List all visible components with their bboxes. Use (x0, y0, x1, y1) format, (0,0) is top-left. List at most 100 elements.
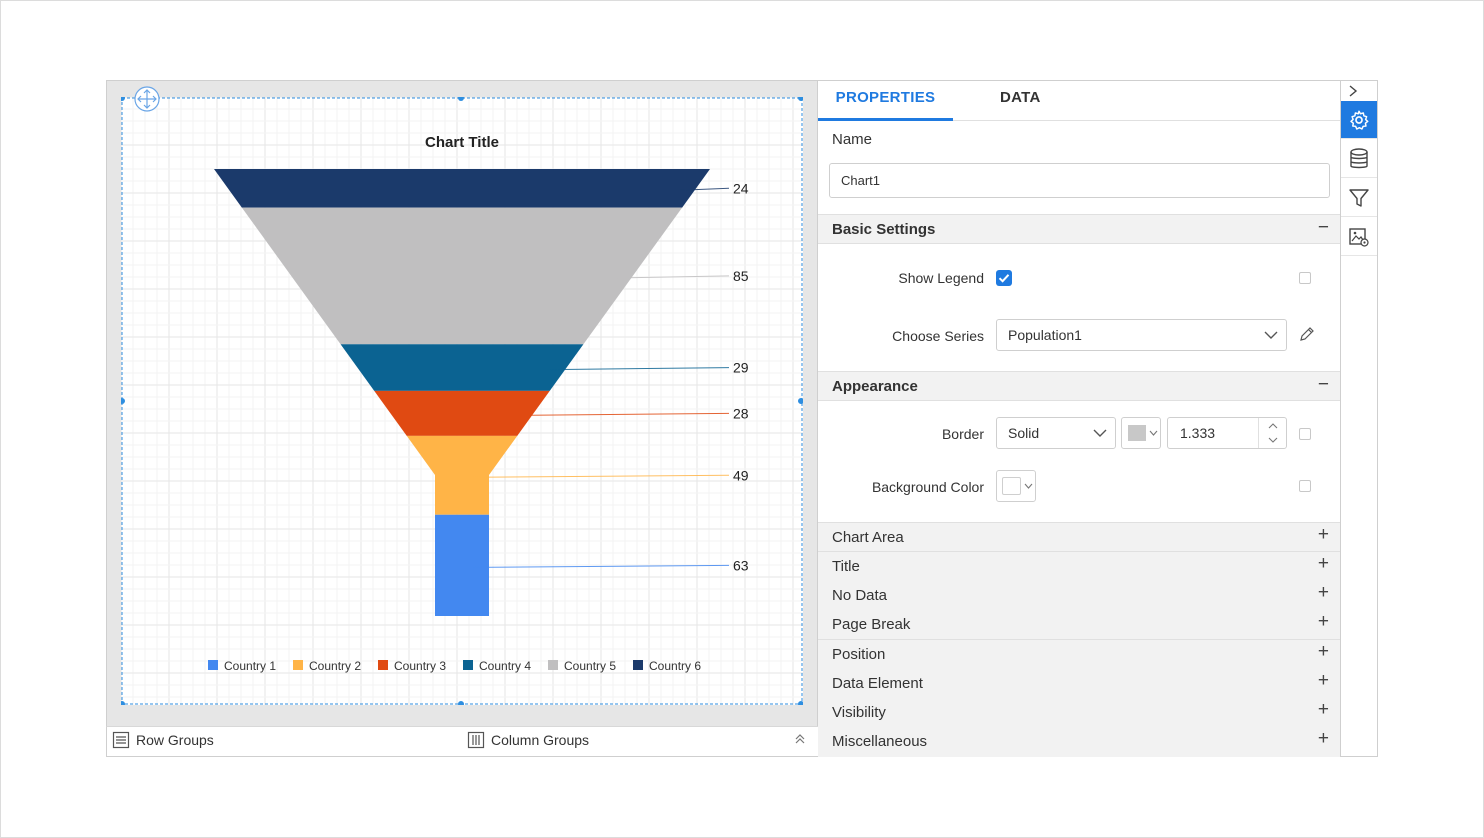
name-input[interactable] (829, 163, 1330, 198)
tab-properties[interactable]: PROPERTIES (818, 81, 953, 121)
expand-plus-icon[interactable]: + (1318, 611, 1329, 633)
expand-plus-icon[interactable]: + (1318, 670, 1329, 692)
expand-plus-icon[interactable]: + (1318, 699, 1329, 721)
chevron-double-up-icon[interactable] (794, 733, 806, 745)
column-groups-button[interactable]: Column Groups (467, 731, 589, 749)
rail-properties-button[interactable] (1341, 101, 1377, 139)
resize-handle (121, 398, 125, 404)
section-basic-settings[interactable]: Basic Settings − (818, 214, 1341, 244)
resize-handle (121, 97, 125, 101)
chevron-down-icon (1024, 483, 1033, 489)
section-no-data[interactable]: No Data + (818, 581, 1341, 611)
border-style-value: Solid (1008, 425, 1040, 441)
section-title: Data Element (832, 675, 923, 692)
expand-plus-icon[interactable]: + (1318, 728, 1329, 750)
border-width-spinner[interactable] (1258, 418, 1286, 448)
properties-panel: PROPERTIES DATA Name Basic Settings − Sh… (818, 80, 1341, 757)
legend-swatch (378, 660, 388, 670)
funnel-segment (435, 514, 489, 616)
section-miscellaneous[interactable]: Miscellaneous + (818, 727, 1341, 757)
filter-icon (1349, 188, 1369, 207)
section-data-element[interactable]: Data Element + (818, 669, 1341, 699)
column-groups-icon (467, 731, 485, 749)
chevron-down-icon (1149, 430, 1158, 436)
show-legend-checkbox[interactable] (996, 270, 1012, 286)
row-groups-button[interactable]: Row Groups (112, 731, 214, 749)
section-appearance[interactable]: Appearance − (818, 371, 1341, 401)
funnel-segment (374, 390, 550, 436)
expand-plus-icon[interactable]: + (1318, 582, 1329, 604)
row-groups-label: Row Groups (136, 732, 214, 748)
spin-down-icon[interactable] (1268, 437, 1278, 444)
background-color-label: Background Color (871, 479, 984, 495)
data-label: 28 (733, 405, 749, 421)
data-label: 49 (733, 467, 749, 483)
panel-icon-rail (1340, 80, 1378, 757)
column-groups-label: Column Groups (491, 732, 590, 748)
section-page-break[interactable]: Page Break + (818, 610, 1341, 640)
expand-plus-icon[interactable]: + (1318, 553, 1329, 575)
resize-handle (798, 97, 803, 101)
rail-image-button[interactable] (1341, 218, 1377, 256)
funnel-segment (340, 344, 584, 391)
section-chart-area[interactable]: Chart Area + (818, 522, 1341, 552)
show-legend-label: Show Legend (898, 270, 984, 286)
pencil-edit-icon[interactable] (1299, 326, 1315, 342)
resize-handle (121, 701, 125, 705)
section-title: Miscellaneous (832, 733, 928, 750)
funnel-segment (241, 207, 683, 345)
resize-handle (798, 398, 803, 404)
rail-filter-button[interactable] (1341, 179, 1377, 217)
chevron-right-icon[interactable] (1348, 85, 1358, 97)
check-icon (998, 274, 1010, 283)
expand-plus-icon[interactable]: + (1318, 641, 1329, 663)
spin-up-icon[interactable] (1268, 422, 1278, 429)
legend-label: Country 1 (224, 659, 276, 673)
section-title: Position (832, 646, 886, 663)
legend-label: Country 3 (394, 659, 446, 673)
background-expression-checkbox[interactable] (1299, 480, 1311, 492)
funnel-chart[interactable]: Chart Title 24 85 29 28 49 63 Country 1 Country … (121, 97, 803, 705)
border-style-dropdown[interactable]: Solid (996, 417, 1116, 449)
data-label: 29 (733, 360, 749, 376)
data-label: 24 (733, 180, 749, 196)
background-color-picker[interactable] (996, 470, 1036, 502)
legend-label: Country 5 (564, 659, 616, 673)
border-color-picker[interactable] (1121, 417, 1161, 449)
border-expression-checkbox[interactable] (1299, 428, 1311, 440)
section-title: Visibility (832, 704, 886, 721)
chart-canvas[interactable]: Chart Title 24 85 29 28 49 63 Country 1 Country … (121, 97, 803, 705)
database-icon (1350, 147, 1368, 168)
border-width-value: 1.333 (1180, 425, 1216, 441)
section-title: No Data (832, 587, 888, 604)
section-position[interactable]: Position + (818, 640, 1341, 670)
background-color-swatch (1002, 477, 1021, 495)
section-title: Title (832, 558, 860, 575)
section-title-settings[interactable]: Title + (818, 552, 1341, 582)
tab-data[interactable]: DATA (1000, 81, 1041, 121)
settings-icon (1350, 110, 1369, 130)
legend-label: Country 4 (479, 659, 531, 673)
choose-series-dropdown[interactable]: Population1 (996, 319, 1287, 351)
legend-swatch (463, 660, 473, 670)
legend-swatch (633, 660, 643, 670)
row-groups-icon (112, 731, 130, 749)
border-width-input[interactable]: 1.333 (1167, 417, 1287, 449)
name-label: Name (832, 131, 873, 148)
rail-data-button[interactable] (1341, 140, 1377, 178)
legend-label: Country 2 (309, 659, 361, 673)
move-handle-icon[interactable] (133, 85, 161, 113)
collapse-minus-icon[interactable]: − (1318, 217, 1329, 239)
legend-swatch (548, 660, 558, 670)
data-label: 63 (733, 557, 749, 573)
legend-swatch (293, 660, 303, 670)
collapse-minus-icon[interactable]: − (1318, 374, 1329, 396)
legend-label: Country 6 (649, 659, 701, 673)
show-legend-expression-checkbox[interactable] (1299, 272, 1311, 284)
chevron-down-icon (1264, 331, 1278, 339)
expand-plus-icon[interactable]: + (1318, 524, 1329, 546)
section-title: Page Break (832, 616, 911, 633)
chart-title: Chart Title (425, 134, 499, 151)
section-visibility[interactable]: Visibility + (818, 698, 1341, 728)
funnel-segment (406, 435, 518, 515)
